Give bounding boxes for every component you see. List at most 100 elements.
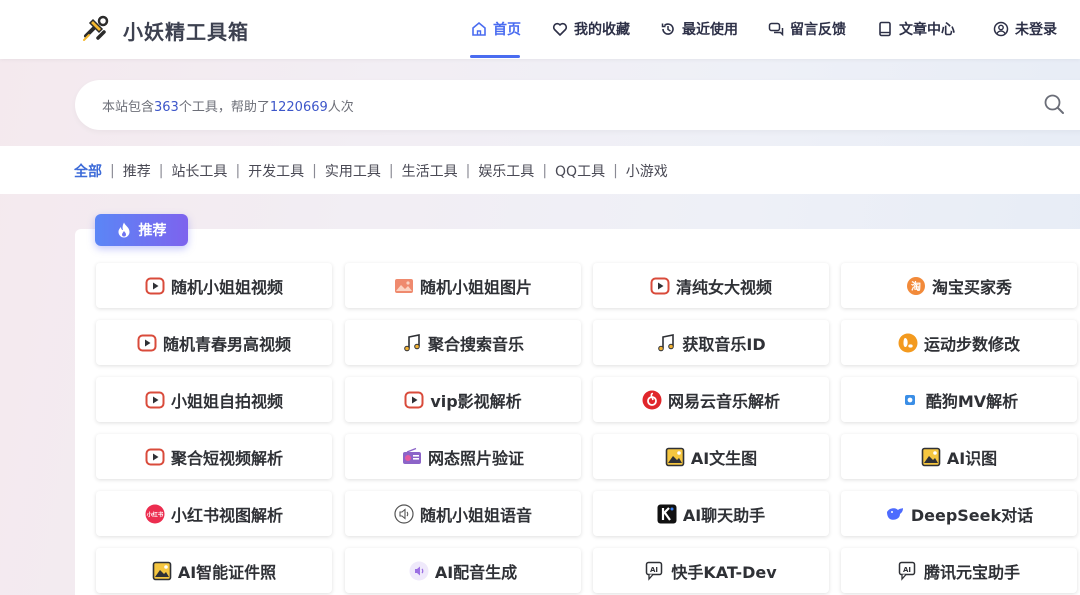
tool-tile[interactable]: DeepSeek对话 — [841, 491, 1077, 536]
book-icon — [879, 21, 891, 37]
kugou-icon — [900, 390, 920, 410]
chat-icon — [768, 22, 784, 37]
category-item[interactable]: 生活工具 — [402, 161, 458, 181]
tool-count: 363 — [154, 100, 179, 115]
tool-tile[interactable]: 随机小姐姐图片 — [345, 263, 581, 308]
svg-text:AI: AI — [650, 566, 658, 574]
tool-label: AI智能证件照 — [177, 562, 277, 582]
tool-label: 淘宝买家秀 — [931, 277, 1012, 297]
xiaohongshu-icon: 小红书 — [145, 504, 165, 524]
top-header: 小妖精工具箱 首页 我的收藏 最近使用 留言反馈 文章中心 未登录 — [0, 0, 1080, 59]
nav-articles-label: 文章中心 — [899, 22, 955, 38]
category-item[interactable]: 开发工具 — [248, 161, 304, 181]
nav-favorites[interactable]: 我的收藏 — [552, 18, 630, 40]
tool-tile[interactable]: 随机青春男高视频 — [96, 320, 332, 365]
tool-tile[interactable]: AI文生图 — [593, 434, 829, 479]
site-title[interactable]: 小妖精工具箱 — [123, 16, 249, 45]
video-play-icon — [145, 447, 165, 467]
ai-chat-icon: AI — [645, 561, 665, 581]
nav-recent-label: 最近使用 — [682, 22, 738, 38]
nav-articles[interactable]: 文章中心 — [877, 18, 955, 40]
nav-favorites-label: 我的收藏 — [574, 22, 630, 38]
section-badge-recommended: 推荐 — [95, 214, 188, 246]
tool-tile[interactable]: 网态照片验证 — [345, 434, 581, 479]
tool-tile[interactable]: AI配音生成 — [345, 548, 581, 593]
nav-home[interactable]: 首页 — [471, 18, 521, 40]
flame-icon — [118, 222, 129, 238]
tool-tile[interactable]: 淘淘宝买家秀 — [841, 263, 1077, 308]
active-nav-indicator — [470, 55, 520, 58]
music-note-icon — [656, 333, 676, 353]
category-item[interactable]: 实用工具 — [325, 161, 381, 181]
music-note-icon — [402, 333, 422, 353]
search-suffix: 人次 — [327, 100, 354, 115]
search-placeholder[interactable]: 本站包含363个工具，帮助了1220669人次 — [102, 96, 354, 115]
tool-label: 酷狗MV解析 — [925, 391, 1019, 411]
nav-login[interactable]: 未登录 — [993, 18, 1057, 40]
nav-home-label: 首页 — [493, 22, 521, 38]
search-icon[interactable] — [1043, 93, 1065, 115]
category-separator: | — [110, 163, 115, 179]
tool-tile[interactable]: 运动步数修改 — [841, 320, 1077, 365]
svg-text:淘: 淘 — [911, 280, 921, 293]
history-icon — [661, 23, 674, 35]
tool-tile[interactable]: 小姐姐自拍视频 — [96, 377, 332, 422]
tool-tile[interactable]: 随机小姐姐视频 — [96, 263, 332, 308]
tool-tile[interactable]: vip影视解析 — [345, 377, 581, 422]
wrench-logo-icon[interactable] — [80, 14, 110, 44]
category-separator: | — [613, 163, 618, 179]
tool-tile[interactable]: 聚合短视频解析 — [96, 434, 332, 479]
category-separator: | — [388, 163, 394, 179]
category-separator: | — [158, 163, 164, 179]
tool-label: AI文生图 — [690, 448, 758, 468]
tool-label: DeepSeek对话 — [910, 505, 1034, 525]
tool-label: 聚合短视频解析 — [170, 448, 283, 468]
category-item[interactable]: 娱乐工具 — [478, 161, 534, 181]
tool-label: 随机青春男高视频 — [162, 334, 291, 354]
tool-label: 随机小姐姐视频 — [170, 277, 283, 297]
category-item[interactable]: 站长工具 — [171, 161, 227, 181]
tool-tile[interactable]: 酷狗MV解析 — [841, 377, 1077, 422]
video-play-icon — [650, 276, 670, 296]
tool-label: vip影视解析 — [430, 391, 522, 411]
category-separator: | — [312, 163, 317, 179]
tool-label: 运动步数修改 — [923, 334, 1020, 354]
tool-label: 快手KAT-Dev — [671, 562, 777, 582]
category-item[interactable]: 推荐 — [123, 161, 151, 181]
tool-label: 获取音乐ID — [682, 334, 766, 354]
category-separator: | — [235, 163, 241, 179]
picture-icon — [665, 447, 685, 467]
tool-label: 网态照片验证 — [427, 448, 524, 468]
tool-tile[interactable]: AI智能证件照 — [96, 548, 332, 593]
category-item[interactable]: 全部 — [74, 161, 102, 181]
tool-label: AI识图 — [946, 448, 998, 468]
tool-tile[interactable]: AI 快手KAT-Dev — [593, 548, 829, 593]
tool-tile[interactable]: 随机小姐姐语音 — [345, 491, 581, 536]
kimi-icon — [657, 504, 677, 524]
tool-tile[interactable]: AI 腾讯元宝助手 — [841, 548, 1077, 593]
category-item[interactable]: 小游戏 — [626, 161, 668, 181]
tool-tile[interactable]: 小红书 小红书视图解析 — [96, 491, 332, 536]
tool-tile[interactable]: 获取音乐ID — [593, 320, 829, 365]
tool-tile[interactable]: 网易云音乐解析 — [593, 377, 829, 422]
tool-label: AI聊天助手 — [682, 505, 766, 525]
tool-tile[interactable]: AI识图 — [841, 434, 1077, 479]
ai-chat-icon: AI — [898, 561, 918, 581]
tool-tile[interactable]: AI聊天助手 — [593, 491, 829, 536]
tool-label: 网易云音乐解析 — [667, 391, 780, 411]
image-icon — [394, 276, 414, 296]
category-separator: | — [542, 163, 548, 179]
nav-feedback[interactable]: 留言反馈 — [768, 18, 846, 40]
nav-recent[interactable]: 最近使用 — [660, 18, 738, 40]
tool-label: 清纯女大视频 — [675, 277, 772, 297]
voice-icon — [409, 561, 429, 581]
tool-tile[interactable]: 聚合搜索音乐 — [345, 320, 581, 365]
category-list: 全部 | 推荐 | 站长工具 | 开发工具 | 实用工具 | 生活工具 | 娱乐工具 | QQ工具 | 小游戏 — [74, 161, 668, 181]
tool-label: 小姐姐自拍视频 — [170, 391, 283, 411]
category-item[interactable]: QQ工具 — [555, 161, 605, 181]
search-bar[interactable]: 本站包含363个工具，帮助了1220669人次 — [75, 80, 1080, 130]
help-count: 1220669 — [269, 100, 328, 115]
tool-tile[interactable]: 清纯女大视频 — [593, 263, 829, 308]
tool-label: 聚合搜索音乐 — [427, 334, 524, 354]
netease-music-icon — [642, 390, 662, 410]
